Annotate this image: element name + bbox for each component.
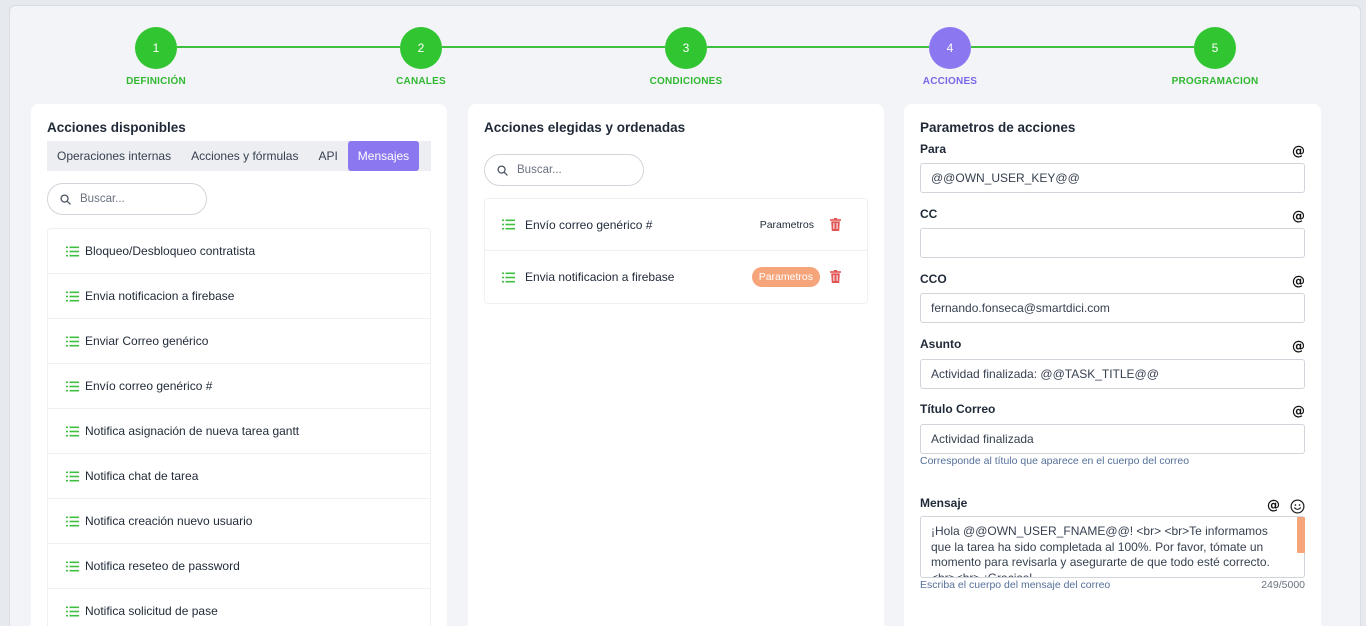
cco-label: CCO [920, 272, 947, 286]
step-number: 1 [135, 27, 177, 69]
step-definicion[interactable]: 1 DEFINICIÓN [76, 27, 236, 87]
available-actions-list: Bloqueo/Desbloqueo contratista Envia noti… [47, 228, 431, 626]
list-item[interactable]: Notifica asignación de nueva tarea gantt [48, 409, 430, 454]
list-item-label: Envío correo genérico # [85, 379, 213, 393]
trash-icon[interactable] [830, 218, 841, 234]
wizard-stepper: 1 DEFINICIÓN 2 CANALES 3 CONDICIONES 4 A… [0, 0, 1366, 100]
list-icon [66, 426, 79, 437]
step-acciones[interactable]: 4 ACCIONES [870, 27, 1030, 87]
drag-handle-icon[interactable] [502, 272, 515, 283]
list-item[interactable]: Bloqueo/Desbloqueo contratista [48, 229, 430, 274]
step-programacion[interactable]: 5 PROGRAMACION [1135, 27, 1295, 87]
panel-title: Parametros de acciones [920, 120, 1076, 135]
tab-mensajes[interactable]: Mensajes [347, 141, 420, 171]
step-number: 4 [929, 27, 971, 69]
list-item[interactable]: Notifica reseteo de password [48, 544, 430, 589]
chosen-search-input[interactable] [517, 164, 627, 176]
para-input[interactable] [920, 163, 1305, 193]
titulo-input[interactable] [920, 424, 1305, 454]
list-item[interactable]: Envío correo genérico # [48, 364, 430, 409]
list-item-label: Notifica asignación de nueva tarea gantt [85, 424, 300, 438]
at-icon[interactable]: @ [1292, 144, 1305, 159]
available-search-input[interactable] [80, 193, 190, 205]
panel-title: Acciones disponibles [47, 120, 186, 135]
list-icon [66, 336, 79, 347]
step-label: CANALES [396, 76, 446, 87]
search-icon [497, 164, 508, 176]
mensaje-textarea[interactable] [920, 516, 1305, 578]
at-icon[interactable]: @ [1292, 209, 1305, 224]
cc-input[interactable] [920, 228, 1305, 258]
mensaje-hint: Escriba el cuerpo del mensaje del correo [920, 579, 1111, 591]
action-params-panel: Parametros de acciones Para @ CC @ CCO @… [904, 104, 1321, 626]
cco-input[interactable] [920, 293, 1305, 323]
asunto-label: Asunto [920, 337, 962, 351]
at-icon[interactable]: @ [1267, 498, 1280, 513]
parametros-button[interactable]: Parametros [751, 267, 820, 287]
step-condiciones[interactable]: 3 CONDICIONES [606, 27, 766, 87]
list-item[interactable]: Enviar Correo genérico [48, 319, 430, 364]
step-label: CONDICIONES [649, 76, 723, 87]
at-icon[interactable]: @ [1292, 404, 1305, 419]
panel-title: Acciones elegidas y ordenadas [484, 120, 686, 135]
cc-label: CC [920, 207, 938, 221]
list-icon [66, 471, 79, 482]
at-icon[interactable]: @ [1292, 339, 1305, 354]
chosen-actions-list: Envío correo genérico # Parametros Envia n… [484, 198, 868, 304]
chosen-item[interactable]: Envío correo genérico # Parametros [485, 199, 867, 251]
list-item-label: Notifica reseteo de password [85, 559, 240, 573]
step-number: 3 [665, 27, 707, 69]
list-item[interactable]: Envia notificacion a firebase [48, 274, 430, 319]
tab-api[interactable]: API [308, 141, 347, 171]
step-number: 2 [400, 27, 442, 69]
tab-operaciones-internas[interactable]: Operaciones internas [47, 141, 181, 171]
list-icon [66, 561, 79, 572]
step-number: 5 [1194, 27, 1236, 69]
list-item-label: Notifica solicitud de pase [85, 604, 218, 618]
titulo-label: Título Correo [920, 402, 996, 416]
action-tabs: Operaciones internas Acciones y fórmulas… [47, 141, 431, 171]
parametros-button[interactable]: Parametros [753, 215, 821, 235]
step-label: DEFINICIÓN [126, 76, 186, 87]
list-item[interactable]: Notifica chat de tarea [48, 454, 430, 499]
step-label: PROGRAMACION [1171, 76, 1259, 87]
titulo-hint: Corresponde al título que aparece en el … [920, 455, 1190, 467]
list-icon [66, 381, 79, 392]
at-icon[interactable]: @ [1292, 274, 1305, 289]
textarea-scrollbar[interactable] [1297, 517, 1305, 553]
list-item-label: Bloqueo/Desbloqueo contratista [85, 244, 256, 258]
mensaje-label: Mensaje [920, 496, 968, 510]
trash-icon[interactable] [830, 270, 841, 286]
available-actions-panel: Acciones disponibles Operaciones interna… [31, 104, 447, 626]
search-icon [60, 193, 71, 205]
step-canales[interactable]: 2 CANALES [341, 27, 501, 87]
chosen-item[interactable]: Envia notificacion a firebase Parametros [485, 251, 867, 303]
list-item[interactable]: Notifica solicitud de pase [48, 589, 430, 626]
list-icon [66, 516, 79, 527]
step-label: ACCIONES [922, 76, 978, 87]
chosen-search [484, 154, 644, 186]
list-icon [66, 291, 79, 302]
list-item-label: Notifica creación nuevo usuario [85, 514, 253, 528]
para-label: Para [920, 142, 947, 156]
mensaje-char-counter: 249/5000 [1261, 579, 1305, 591]
available-search [47, 183, 207, 215]
emoji-icon[interactable] [1290, 499, 1305, 514]
drag-handle-icon[interactable] [502, 219, 515, 230]
asunto-input[interactable] [920, 359, 1305, 389]
tab-acciones-formulas[interactable]: Acciones y fórmulas [181, 141, 308, 171]
list-icon [66, 606, 79, 617]
list-item-label: Envia notificacion a firebase [85, 289, 235, 303]
list-item[interactable]: Notifica creación nuevo usuario [48, 499, 430, 544]
list-item-label: Enviar Correo genérico [85, 334, 209, 348]
list-icon [66, 246, 79, 257]
chosen-actions-panel: Acciones elegidas y ordenadas Envío corr… [468, 104, 884, 626]
list-item-label: Notifica chat de tarea [85, 469, 199, 483]
